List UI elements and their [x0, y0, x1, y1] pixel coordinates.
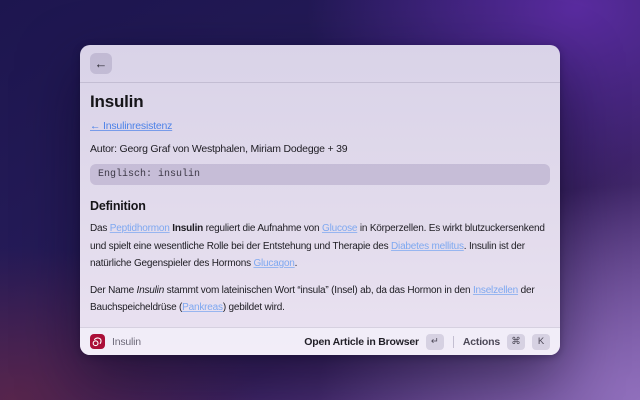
enter-keycap[interactable]: ↵ — [426, 334, 444, 350]
english-term-pill: Englisch: insulin — [90, 164, 550, 185]
inline-text: Insulin — [137, 285, 165, 296]
inline-text: . Insulin ist der — [464, 241, 525, 252]
section-definition: Definition Das Peptidhormon Insulin regu… — [90, 199, 550, 317]
back-arrow-icon: ← — [95, 56, 108, 71]
inline-text: Bauchspeicheldrüse ( — [90, 302, 182, 313]
author-line: Autor: Georg Graf von Westphalen, Miriam… — [90, 143, 550, 155]
inline-text: Das — [90, 223, 110, 234]
article-content: Insulin ← Insulinresistenz Autor: Georg … — [80, 84, 560, 327]
back-button[interactable]: ← — [90, 53, 112, 74]
inline-link[interactable]: Peptidhormon — [110, 223, 170, 234]
open-article-button[interactable]: Open Article in Browser — [304, 336, 419, 348]
k-keycap[interactable]: K — [532, 334, 550, 350]
inline-text: der — [518, 285, 534, 296]
inline-text: Der Name — [90, 285, 137, 296]
page-title: Insulin — [90, 91, 550, 112]
inline-text: ) gebildet wird. — [223, 302, 285, 313]
inline-text: . — [295, 258, 298, 269]
backlink-insulinresistenz[interactable]: ← Insulinresistenz — [90, 120, 172, 132]
footer-divider — [453, 336, 454, 348]
action-bar: Insulin Open Article in Browser ↵ Action… — [80, 327, 560, 355]
inline-text: in Körperzellen. Es wirkt blutzuckersenk… — [357, 223, 544, 234]
inline-text: natürliche Gegenspieler des Hormons — [90, 258, 253, 269]
window-header: ← — [80, 45, 560, 83]
inline-text: Insulin — [172, 223, 203, 234]
inline-link[interactable]: Glucagon — [253, 258, 294, 269]
command-keycap[interactable]: ⌘ — [507, 334, 525, 350]
doccheck-face-glyph — [92, 336, 103, 347]
section-heading-definition: Definition — [90, 199, 550, 213]
paragraph: Das Peptidhormon Insulin reguliert die A… — [90, 220, 550, 273]
article-window: ← Insulin ← Insulinresistenz Autor: Geor… — [80, 45, 560, 355]
doccheck-icon — [90, 334, 105, 349]
inline-link[interactable]: Inselzellen — [473, 285, 518, 296]
footer-context: Insulin — [90, 334, 304, 349]
inline-text: und spielt eine wesentliche Rolle bei de… — [90, 241, 391, 252]
footer-item-title: Insulin — [112, 336, 141, 348]
paragraph: Der Name Insulin stammt vom lateinischen… — [90, 282, 550, 317]
inline-link[interactable]: Pankreas — [182, 302, 223, 313]
actions-button[interactable]: Actions — [463, 336, 500, 348]
inline-link[interactable]: Diabetes mellitus — [391, 241, 464, 252]
inline-link[interactable]: Glucose — [322, 223, 357, 234]
inline-text: reguliert die Aufnahme von — [203, 223, 322, 234]
footer-actions: Open Article in Browser ↵ Actions ⌘ K — [304, 334, 550, 350]
inline-text: stammt vom lateinischen Wort “insula” (I… — [164, 285, 473, 296]
